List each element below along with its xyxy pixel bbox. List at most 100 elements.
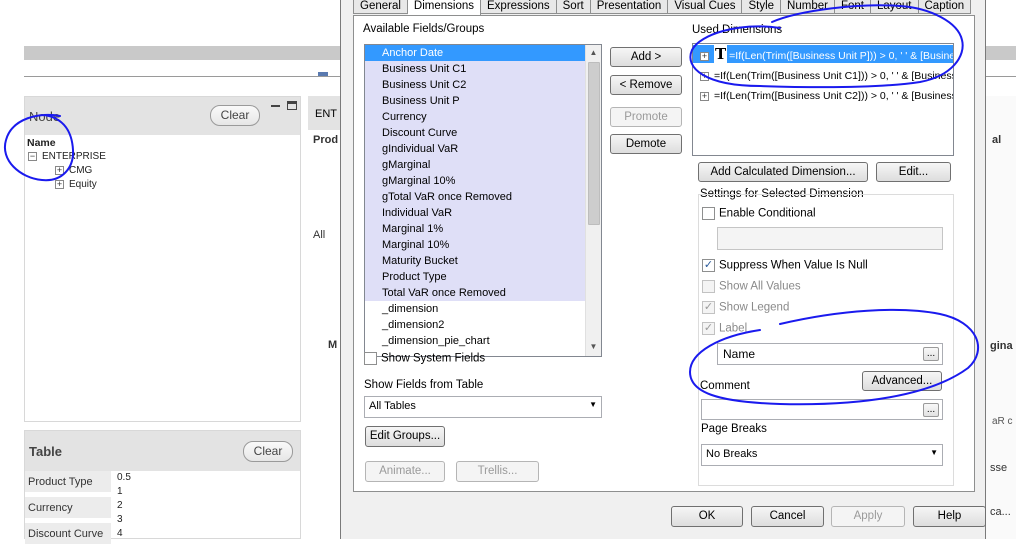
tab-font[interactable]: Font [834, 0, 871, 14]
tab-number[interactable]: Number [781, 0, 835, 14]
label-ellipsis-button[interactable]: ... [923, 347, 939, 361]
label-checkbox[interactable]: ✓ Label [702, 322, 747, 335]
maximize-icon[interactable] [287, 101, 297, 110]
available-field-item[interactable]: _dimension2 [365, 317, 585, 333]
middle-panel [308, 96, 340, 539]
suppress-null-checkbox[interactable]: ✓ Suppress When Value Is Null [702, 259, 868, 272]
minimize-icon[interactable] [271, 105, 280, 107]
add-calculated-dimension-button[interactable]: Add Calculated Dimension... [698, 162, 868, 182]
dropdown-arrow-icon[interactable]: ▼ [930, 448, 938, 457]
used-dimension-row[interactable]: + T =If(Len(Trim([Business Unit P])) > 0, … [693, 45, 953, 63]
tab-visual-cues[interactable]: Visual Cues [668, 0, 743, 14]
trellis-button[interactable]: Trellis... [456, 461, 539, 482]
condition-input[interactable] [717, 227, 943, 250]
collapse-icon[interactable]: − [28, 151, 37, 161]
edit-groups-button[interactable]: Edit Groups... [365, 426, 445, 447]
remove-button[interactable]: < Remove [610, 75, 682, 95]
dimensions-tab-content: Available Fields/Groups Anchor Date Busin… [353, 15, 975, 492]
text-dimension-icon: T [714, 45, 728, 63]
page-breaks-select[interactable]: No Breaks ▼ [701, 444, 943, 466]
checkbox-icon[interactable] [702, 207, 715, 220]
right-edge-text: ca... [990, 506, 1011, 518]
checkmark-icon[interactable]: ✓ [702, 322, 715, 335]
available-field-item[interactable]: gIndividual VaR [365, 141, 585, 157]
page-breaks-label: Page Breaks [701, 423, 767, 435]
checkmark-icon[interactable]: ✓ [702, 259, 715, 272]
checkmark-icon[interactable]: ✓ [702, 301, 715, 314]
show-system-fields-checkbox[interactable]: Show System Fields [364, 352, 485, 365]
cancel-button[interactable]: Cancel [751, 506, 824, 527]
table-row-label[interactable]: Currency [25, 497, 111, 519]
used-dimension-row[interactable]: + =If(Len(Trim([Business Unit C1])) > 0, … [693, 67, 953, 85]
tree-node-equity[interactable]: + Equity [55, 179, 97, 190]
scroll-thumb[interactable] [588, 62, 600, 225]
dropdown-arrow-icon[interactable]: ▼ [589, 400, 597, 409]
show-legend-checkbox[interactable]: ✓ Show Legend [702, 301, 789, 314]
available-field-item[interactable]: Marginal 10% [365, 237, 585, 253]
show-fields-from-select[interactable]: All Tables ▼ [364, 396, 602, 418]
available-field-item[interactable]: gTotal VaR once Removed [365, 189, 585, 205]
available-field-item[interactable]: gMarginal [365, 157, 585, 173]
available-field-item[interactable]: Business Unit C2 [365, 77, 585, 93]
available-field-item[interactable]: Individual VaR [365, 205, 585, 221]
available-field-item[interactable]: Product Type [365, 269, 585, 285]
tree-node-cmg[interactable]: + CMG [55, 165, 92, 176]
label-input[interactable]: Name ... [717, 343, 943, 365]
scroll-up-icon[interactable]: ▲ [586, 45, 601, 60]
expand-icon[interactable]: + [700, 91, 709, 101]
used-dimensions-list[interactable]: + T =If(Len(Trim([Business Unit P])) > 0, … [692, 43, 954, 156]
comment-input[interactable]: ... [701, 399, 943, 420]
node-clear-button[interactable]: Clear [210, 105, 260, 126]
advanced-button[interactable]: Advanced... [862, 371, 942, 391]
available-field-item[interactable]: Discount Curve [365, 125, 585, 141]
demote-button[interactable]: Demote [610, 134, 682, 154]
show-all-values-checkbox[interactable]: Show All Values [702, 280, 801, 293]
comment-ellipsis-button[interactable]: ... [923, 403, 939, 417]
available-field-item[interactable]: Business Unit P [365, 93, 585, 109]
available-field-item[interactable]: Business Unit C1 [365, 61, 585, 77]
available-field-item[interactable]: Marginal 1% [365, 221, 585, 237]
expand-icon[interactable]: + [55, 179, 64, 189]
available-field-item[interactable]: _dimension [365, 301, 585, 317]
edit-button[interactable]: Edit... [876, 162, 951, 182]
tab-caption[interactable]: Caption [918, 0, 972, 14]
tab-layout[interactable]: Layout [870, 0, 919, 14]
tab-strip: General Dimensions Expressions Sort Pres… [353, 0, 972, 16]
tab-general[interactable]: General [353, 0, 408, 14]
available-fields-list[interactable]: Anchor Date Business Unit C1 Business Unit… [364, 44, 602, 357]
expand-icon[interactable]: + [700, 71, 709, 81]
node-column-header: Name [27, 137, 56, 149]
expand-icon[interactable]: + [55, 165, 64, 175]
available-field-item[interactable]: Anchor Date [365, 45, 585, 61]
used-dimensions-label: Used Dimensions [692, 24, 783, 36]
apply-button[interactable]: Apply [831, 506, 905, 527]
middle-subheader-text: Prod [313, 134, 339, 146]
scroll-down-icon[interactable]: ▼ [586, 339, 601, 354]
tab-expressions[interactable]: Expressions [481, 0, 557, 14]
available-field-item[interactable]: Currency [365, 109, 585, 125]
used-dimension-row[interactable]: + =If(Len(Trim([Business Unit C2])) > 0, … [693, 87, 953, 105]
available-fields-scrollbar[interactable]: ▲ ▼ [585, 45, 601, 356]
promote-button[interactable]: Promote [610, 107, 682, 127]
table-clear-button[interactable]: Clear [243, 441, 293, 462]
checkbox-icon[interactable] [364, 352, 377, 365]
tab-dimensions[interactable]: Dimensions [407, 0, 481, 16]
ok-button[interactable]: OK [671, 506, 743, 527]
animate-button[interactable]: Animate... [365, 461, 445, 482]
available-field-item[interactable]: Maturity Bucket [365, 253, 585, 269]
available-field-item[interactable]: gMarginal 10% [365, 173, 585, 189]
middle-all-text: All [313, 229, 326, 241]
tab-presentation[interactable]: Presentation [590, 0, 669, 14]
help-button[interactable]: Help [913, 506, 986, 527]
available-field-item[interactable]: _dimension_pie_chart [365, 333, 585, 349]
tab-sort[interactable]: Sort [556, 0, 591, 14]
table-row-label[interactable]: Discount Curve [25, 523, 111, 545]
checkbox-icon[interactable] [702, 280, 715, 293]
tab-style[interactable]: Style [742, 0, 782, 14]
add-button[interactable]: Add > [610, 47, 682, 67]
expand-icon[interactable]: + [700, 51, 709, 61]
available-field-item[interactable]: Total VaR once Removed [365, 285, 585, 301]
tree-node-enterprise[interactable]: − ENTERPRISE [28, 151, 106, 162]
enable-conditional-checkbox[interactable]: Enable Conditional [702, 207, 816, 220]
table-row-label[interactable]: Product Type [25, 471, 111, 493]
